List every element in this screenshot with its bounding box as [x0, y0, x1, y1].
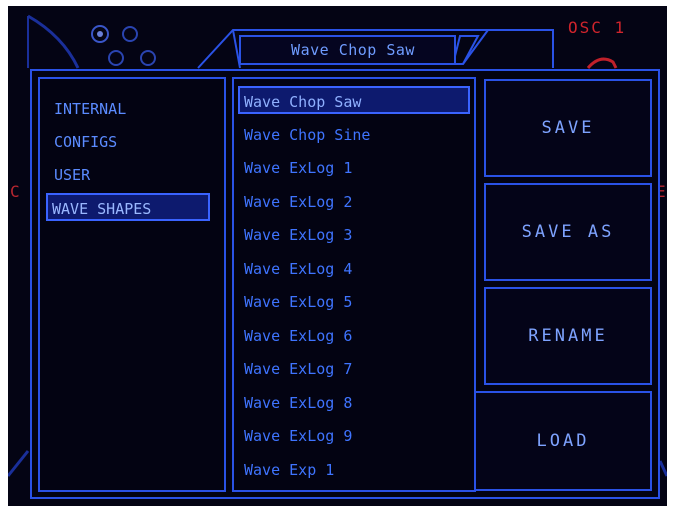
preset-item[interactable]: Wave Chop Saw	[238, 86, 470, 114]
synth-screen: Wave Chop Saw OSC 1 C E INTERNAL CONFIGS…	[8, 6, 667, 506]
preset-item[interactable]: Wave Exp 1	[240, 456, 334, 484]
category-wave-shapes[interactable]: WAVE SHAPES	[46, 193, 210, 221]
current-preset-display: Wave Chop Saw	[291, 41, 415, 59]
left-side-glyph: C	[10, 182, 20, 201]
osc-label: OSC 1	[568, 18, 627, 37]
preset-item[interactable]: Wave ExLog 8	[240, 389, 352, 417]
preset-item[interactable]: Wave ExLog 2	[240, 188, 352, 216]
preset-item[interactable]: Wave ExLog 9	[240, 422, 352, 450]
category-user[interactable]: USER	[48, 161, 90, 189]
rename-button[interactable]: RENAME	[484, 287, 652, 385]
save-as-button[interactable]: SAVE AS	[484, 183, 652, 281]
category-panel: INTERNAL CONFIGS USER WAVE SHAPES	[38, 77, 226, 492]
category-configs[interactable]: CONFIGS	[48, 128, 117, 156]
category-internal[interactable]: INTERNAL	[48, 95, 126, 123]
preset-item[interactable]: Wave ExLog 5	[240, 288, 352, 316]
preset-item[interactable]: Wave ExLog 1	[240, 154, 352, 182]
preset-browser: INTERNAL CONFIGS USER WAVE SHAPES Wave C…	[30, 69, 660, 499]
preset-item[interactable]: Wave Chop Sine	[240, 121, 370, 149]
preset-list-panel: Wave Chop Saw Wave Chop Sine Wave ExLog …	[232, 77, 476, 492]
preset-item[interactable]: Wave ExLog 7	[240, 355, 352, 383]
save-button[interactable]: SAVE	[484, 79, 652, 177]
preset-item[interactable]: Wave ExLog 4	[240, 255, 352, 283]
preset-item[interactable]: Wave ExLog 6	[240, 322, 352, 350]
load-button[interactable]: LOAD	[474, 391, 652, 491]
preset-item[interactable]: Wave ExLog 3	[240, 221, 352, 249]
